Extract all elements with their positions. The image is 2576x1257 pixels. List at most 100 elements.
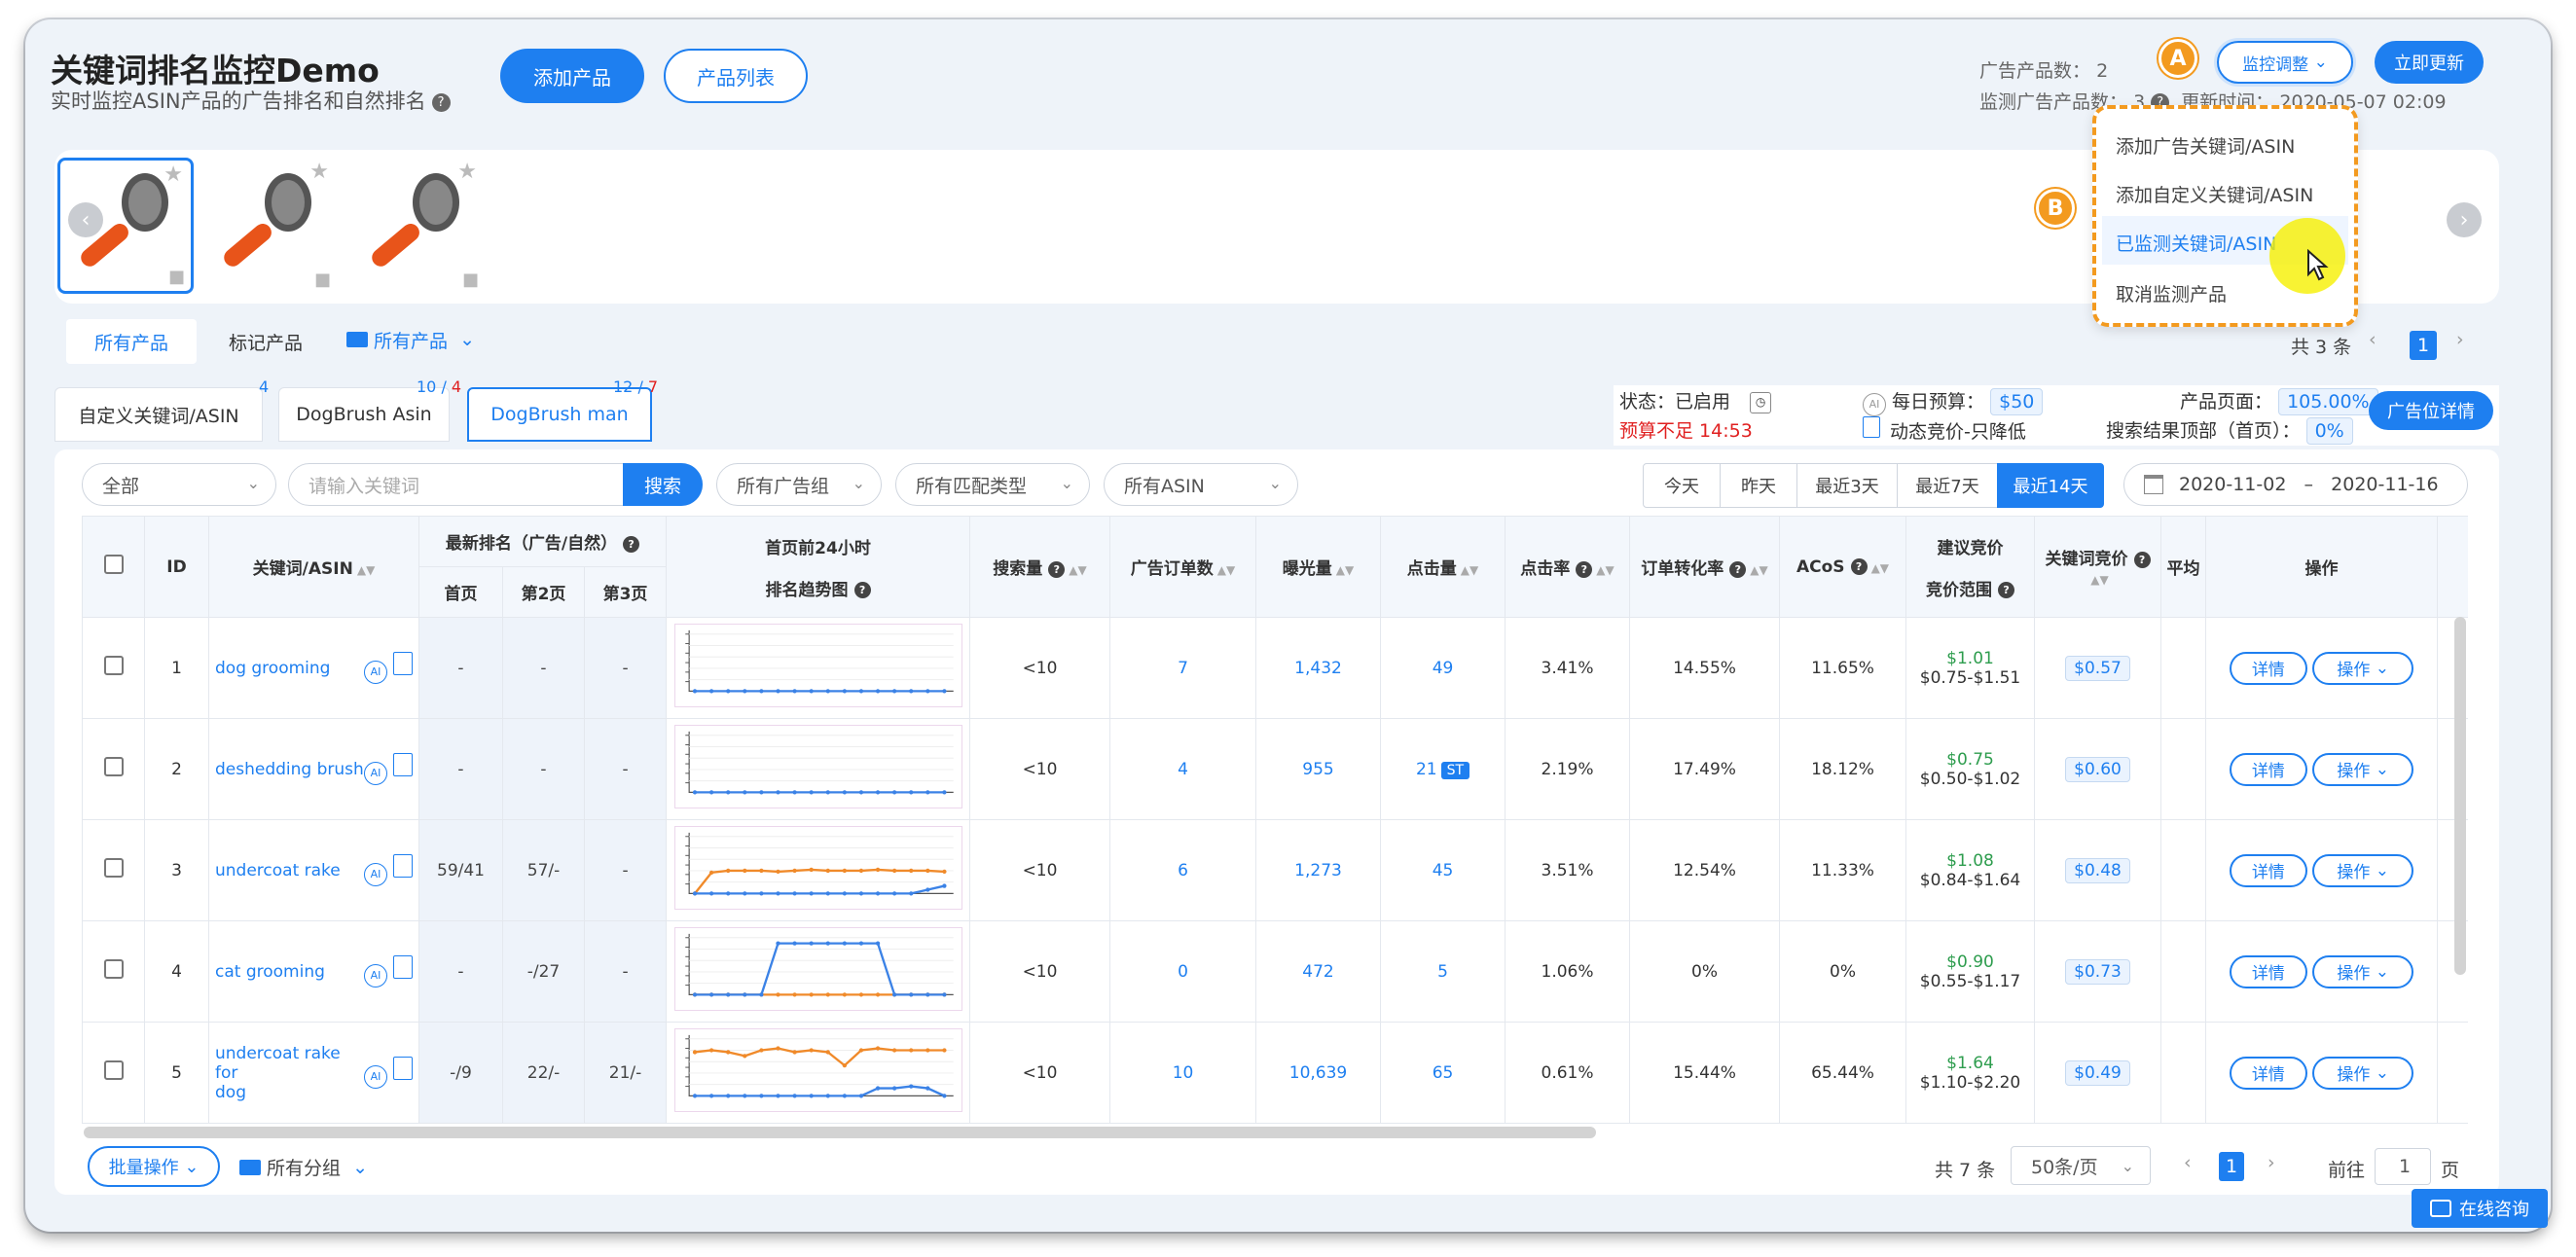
row-checkbox[interactable]: [103, 656, 124, 675]
product-list-button[interactable]: 产品列表: [664, 49, 808, 103]
vertical-scrollbar[interactable]: [2454, 617, 2466, 975]
trend-sparkline[interactable]: [673, 927, 962, 1011]
range-14-days[interactable]: 最近14天: [1997, 463, 2104, 508]
detail-button[interactable]: 详情: [2229, 752, 2307, 786]
operation-dropdown-button[interactable]: 操作 ⌄: [2312, 1056, 2414, 1090]
goto-page-input[interactable]: 1: [2375, 1148, 2431, 1185]
help-icon[interactable]: ?: [1998, 582, 2015, 598]
keyword-bid[interactable]: $0.57: [2065, 655, 2130, 681]
detail-button[interactable]: 详情: [2229, 954, 2307, 988]
horizontal-scrollbar[interactable]: [84, 1127, 1596, 1138]
keyword-link[interactable]: undercoat rake: [215, 861, 341, 880]
menu-item-cancel-monitoring[interactable]: 取消监测产品: [2116, 280, 2227, 306]
tab-marked-products[interactable]: 标记产品: [200, 319, 331, 364]
detail-button[interactable]: 详情: [2229, 651, 2307, 685]
help-icon[interactable]: ?: [2133, 551, 2151, 568]
trend-sparkline[interactable]: [673, 1028, 962, 1112]
help-icon[interactable]: ?: [853, 582, 871, 598]
operation-dropdown-button[interactable]: 操作 ⌄: [2312, 651, 2414, 685]
ai-icon[interactable]: AI: [364, 862, 387, 886]
daily-budget-value[interactable]: $50: [1990, 388, 2044, 415]
sort-icon[interactable]: ▲▼: [1871, 561, 1889, 575]
clicks[interactable]: 5: [1380, 920, 1506, 1023]
sort-icon[interactable]: ▲▼: [357, 563, 375, 577]
row-checkbox[interactable]: [103, 959, 124, 979]
ad-group-select[interactable]: 所有广告组 ⌄: [716, 463, 882, 506]
date-range-picker[interactable]: 2020-11-02 – 2020-11-16: [2123, 463, 2468, 506]
add-product-button[interactable]: 添加产品: [500, 49, 644, 103]
impressions[interactable]: 1,273: [1255, 819, 1382, 921]
table-next-page-icon[interactable]: ›: [2268, 1152, 2275, 1173]
clock-icon[interactable]: ◷: [1750, 391, 1772, 413]
menu-item-add-custom-keyword[interactable]: 添加自定义关键词/ASIN: [2116, 181, 2313, 207]
detail-button[interactable]: 详情: [2229, 853, 2307, 887]
clicks[interactable]: 21 ST: [1380, 718, 1506, 820]
sort-icon[interactable]: ▲▼: [1336, 563, 1354, 577]
product-prev-page-icon[interactable]: ‹: [2369, 329, 2376, 350]
match-type-select[interactable]: 所有匹配类型 ⌄: [895, 463, 1090, 506]
select-all-checkbox[interactable]: [103, 555, 124, 574]
col-keyword-bid[interactable]: 关键词竞价 ?▲▼: [2034, 516, 2162, 618]
impressions[interactable]: 955: [1255, 718, 1382, 820]
product-thumbnail[interactable]: ★ ■: [200, 158, 337, 294]
search-button[interactable]: 搜索: [623, 463, 703, 506]
product-next-page-icon[interactable]: ›: [2456, 329, 2464, 350]
document-icon[interactable]: [393, 854, 413, 879]
document-icon[interactable]: [393, 753, 413, 777]
table-prev-page-icon[interactable]: ‹: [2184, 1152, 2192, 1173]
sort-icon[interactable]: ▲▼: [1069, 563, 1086, 577]
impressions[interactable]: 1,432: [1255, 617, 1382, 719]
col-clicks[interactable]: 点击量 ▲▼: [1380, 516, 1506, 618]
range-3-days[interactable]: 最近3天: [1796, 463, 1898, 508]
clicks[interactable]: 45: [1380, 819, 1506, 921]
tab-all-products[interactable]: 所有产品: [66, 319, 197, 364]
product-page-current[interactable]: 1: [2410, 331, 2437, 360]
document-icon[interactable]: [393, 652, 413, 676]
row-checkbox[interactable]: [103, 1060, 124, 1080]
keyword-link[interactable]: deshedding brush: [215, 760, 364, 779]
impressions[interactable]: 10,639: [1255, 1022, 1382, 1124]
keyword-link[interactable]: dog grooming: [215, 659, 330, 678]
row-checkbox[interactable]: [103, 858, 124, 878]
keyword-bid[interactable]: $0.49: [2065, 1059, 2130, 1086]
menu-item-monitored-keywords[interactable]: 已监测关键词/ASIN: [2116, 230, 2276, 256]
star-icon[interactable]: ★: [163, 162, 183, 187]
range-today[interactable]: 今天: [1643, 463, 1721, 508]
keyword-link[interactable]: cat grooming: [215, 962, 325, 982]
ad-orders[interactable]: 7: [1109, 617, 1257, 719]
sort-icon[interactable]: ▲▼: [1750, 563, 1767, 577]
ad-orders[interactable]: 4: [1109, 718, 1257, 820]
sort-icon[interactable]: ▲▼: [1461, 563, 1478, 577]
ad-orders[interactable]: 10: [1109, 1022, 1257, 1124]
online-consult-button[interactable]: 在线咨询: [2412, 1189, 2548, 1228]
document-icon[interactable]: [393, 1057, 413, 1081]
help-icon[interactable]: ?: [1576, 560, 1593, 578]
ai-icon[interactable]: AI: [364, 761, 387, 785]
asin-select[interactable]: 所有ASIN ⌄: [1104, 463, 1298, 506]
clicks[interactable]: 65: [1380, 1022, 1506, 1124]
sort-icon[interactable]: ▲▼: [1596, 563, 1614, 577]
detail-button[interactable]: 详情: [2229, 1056, 2307, 1090]
keyword-bid[interactable]: $0.48: [2065, 857, 2130, 883]
status-filter-select[interactable]: 全部 ⌄: [82, 463, 276, 506]
row-checkbox[interactable]: [103, 757, 124, 776]
star-icon[interactable]: ★: [309, 160, 329, 184]
ai-icon[interactable]: AI: [364, 963, 387, 988]
help-icon[interactable]: ?: [1048, 560, 1066, 578]
operation-dropdown-button[interactable]: 操作 ⌄: [2312, 853, 2414, 887]
ai-icon[interactable]: AI: [364, 1064, 387, 1089]
keyword-bid[interactable]: $0.73: [2065, 958, 2130, 985]
help-icon[interactable]: ?: [1729, 560, 1747, 578]
ai-icon[interactable]: AI: [364, 660, 387, 684]
group-filter[interactable]: 所有分组 ⌄: [239, 1154, 368, 1180]
star-icon[interactable]: ★: [457, 160, 477, 184]
ad-orders[interactable]: 6: [1109, 819, 1257, 921]
placement-detail-button[interactable]: 广告位详情: [2369, 391, 2493, 430]
sort-icon[interactable]: ▲▼: [2090, 573, 2108, 587]
col-cvr[interactable]: 订单转化率? ▲▼: [1629, 516, 1781, 618]
impressions[interactable]: 472: [1255, 920, 1382, 1023]
trend-sparkline[interactable]: [673, 826, 962, 910]
operation-dropdown-button[interactable]: 操作 ⌄: [2312, 954, 2414, 988]
col-acos[interactable]: ACoS? ▲▼: [1779, 516, 1907, 618]
ad-orders[interactable]: 0: [1109, 920, 1257, 1023]
